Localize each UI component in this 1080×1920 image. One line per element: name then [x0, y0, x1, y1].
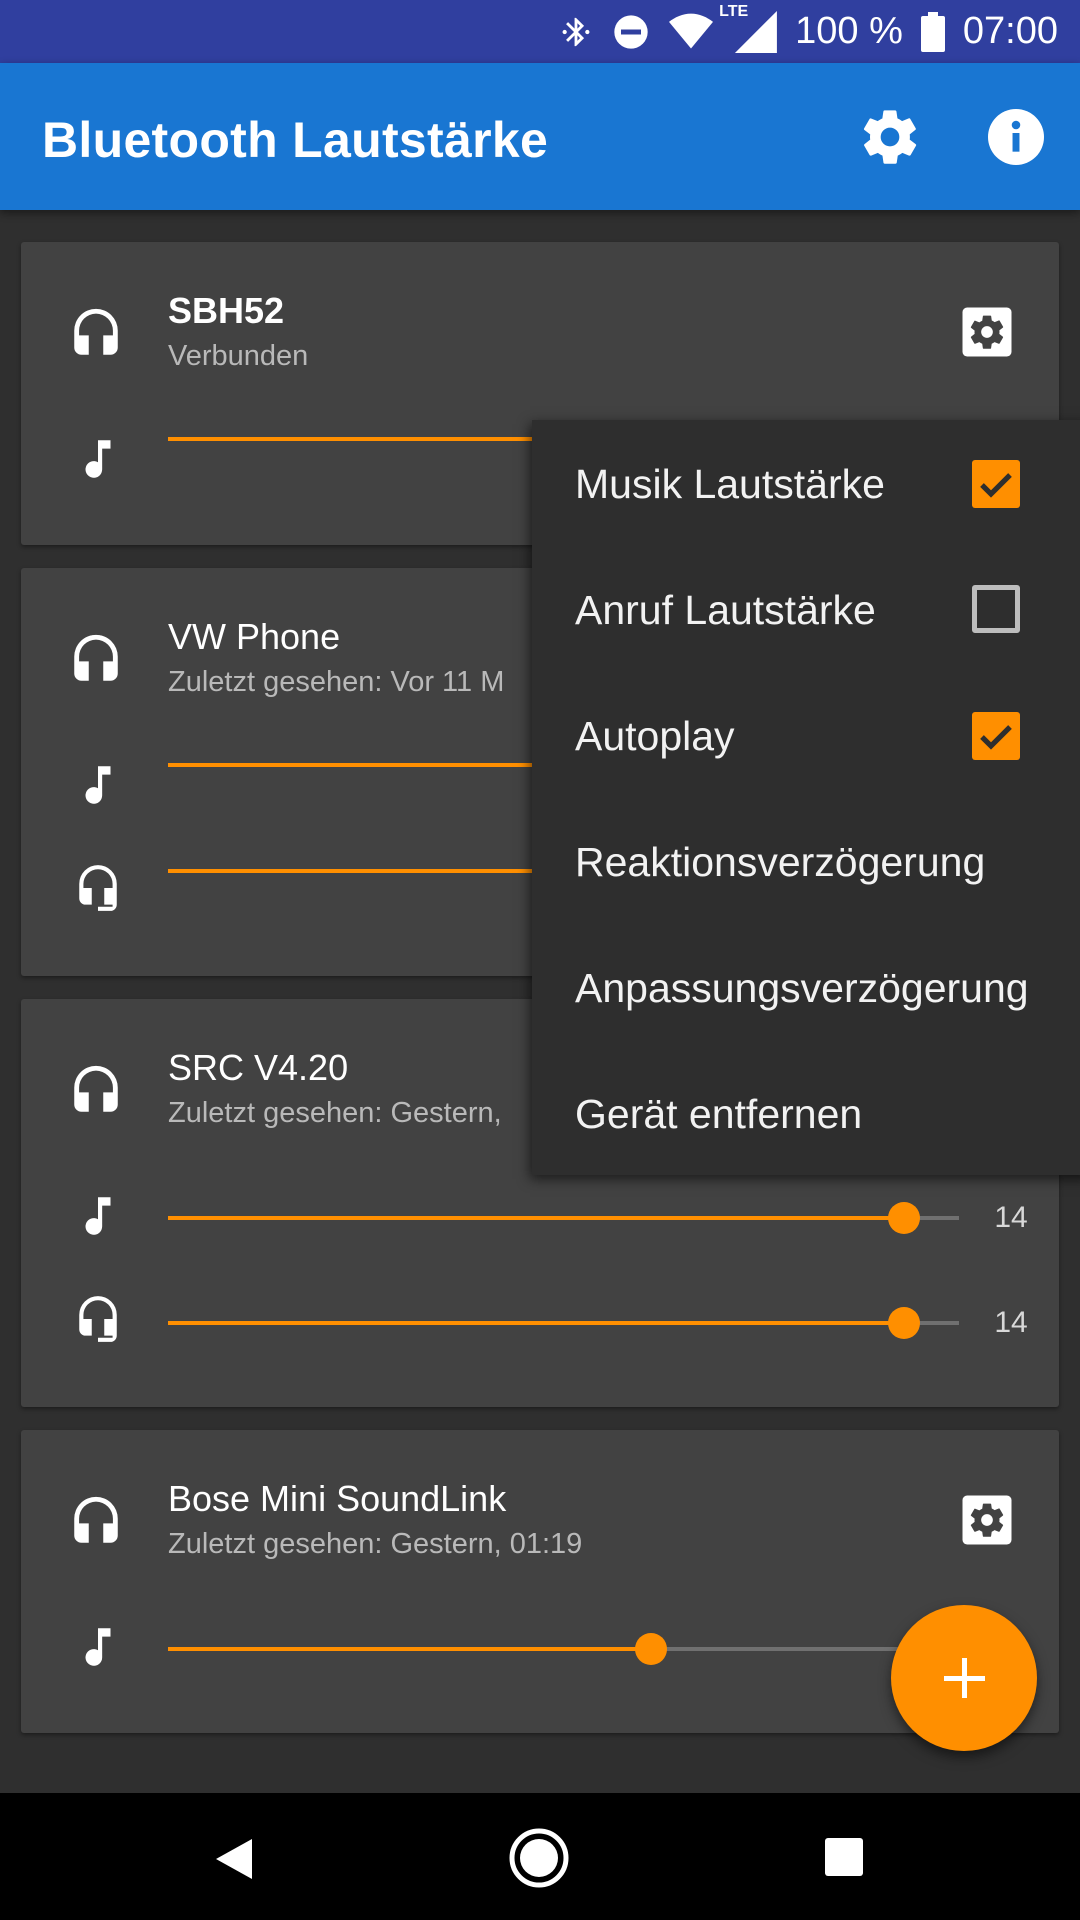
music-note-icon [85, 1628, 111, 1666]
device-status: Zuletzt gesehen: Vor 11 M [168, 666, 505, 698]
call-volume-value: 14 [994, 1306, 1028, 1339]
app-title: Bluetooth Lautstärke [42, 112, 549, 168]
music-volume-slider[interactable] [168, 1629, 959, 1669]
device-name: VW Phone [168, 616, 341, 657]
device-options-menu: Musik Lautstärke Anruf Lautstärke Autopl… [532, 420, 1080, 1175]
headset-mic-icon [79, 1296, 117, 1342]
lte-label: LTE [719, 2, 749, 20]
do-not-disturb-icon [614, 14, 648, 49]
gear-icon[interactable] [858, 105, 922, 169]
menu-item-remove-device[interactable]: Gerät entfernen [575, 1091, 862, 1138]
headphones-icon [74, 1065, 118, 1112]
navigation-bar [0, 1793, 1080, 1920]
device-status: Zuletzt gesehen: Gestern, 01:19 [168, 1528, 583, 1560]
device-name: SBH52 [168, 290, 285, 331]
bluetooth-icon [562, 17, 590, 46]
battery-percent: 100 % [795, 10, 903, 52]
music-volume-checkbox[interactable] [972, 460, 1020, 508]
plus-icon [944, 1658, 985, 1698]
headphones-icon [74, 308, 118, 355]
back-icon[interactable] [212, 1835, 256, 1883]
battery-icon [920, 11, 945, 52]
device-status: Zuletzt gesehen: Gestern, [168, 1097, 502, 1129]
music-volume-slider[interactable] [168, 1198, 959, 1238]
home-icon[interactable] [508, 1827, 570, 1889]
clock: 07:00 [962, 10, 1058, 52]
music-note-icon [85, 1197, 111, 1235]
headphones-icon [74, 634, 118, 681]
device-settings-icon[interactable] [959, 304, 1015, 360]
menu-item-music-volume[interactable]: Musik Lautstärke [575, 461, 885, 508]
headphones-icon [74, 1496, 118, 1543]
menu-item-adjustment-delay[interactable]: Anpassungsverzögerung [575, 965, 1029, 1012]
status-bar: LTE 100 % 07:00 [0, 0, 1080, 63]
recents-icon[interactable] [823, 1836, 865, 1878]
device-settings-icon[interactable] [959, 1492, 1015, 1548]
slider-thumb[interactable] [887, 1202, 920, 1234]
slider-thumb[interactable] [887, 1307, 920, 1339]
app-bar: Bluetooth Lautstärke [0, 63, 1080, 210]
menu-item-call-volume[interactable]: Anruf Lautstärke [575, 587, 876, 634]
device-status: Verbunden [168, 340, 309, 372]
info-icon[interactable] [984, 105, 1048, 169]
device-name: SRC V4.20 [168, 1047, 349, 1088]
check-icon [980, 725, 1012, 750]
music-volume-value: 14 [994, 1201, 1028, 1234]
slider-thumb[interactable] [634, 1633, 667, 1665]
headset-mic-icon [79, 865, 117, 911]
music-note-icon [85, 766, 111, 804]
device-name: Bose Mini SoundLink [168, 1478, 507, 1519]
autoplay-checkbox[interactable] [972, 712, 1020, 760]
add-device-button[interactable] [891, 1605, 1037, 1751]
menu-item-autoplay[interactable]: Autoplay [575, 713, 735, 760]
music-note-icon [85, 440, 111, 478]
cell-signal-icon: LTE [719, 3, 778, 53]
wifi-icon [669, 13, 714, 48]
call-volume-slider[interactable] [168, 1303, 959, 1343]
check-icon [980, 473, 1012, 498]
call-volume-checkbox[interactable] [972, 585, 1020, 633]
menu-item-reaction-delay[interactable]: Reaktionsverzögerung [575, 839, 985, 886]
